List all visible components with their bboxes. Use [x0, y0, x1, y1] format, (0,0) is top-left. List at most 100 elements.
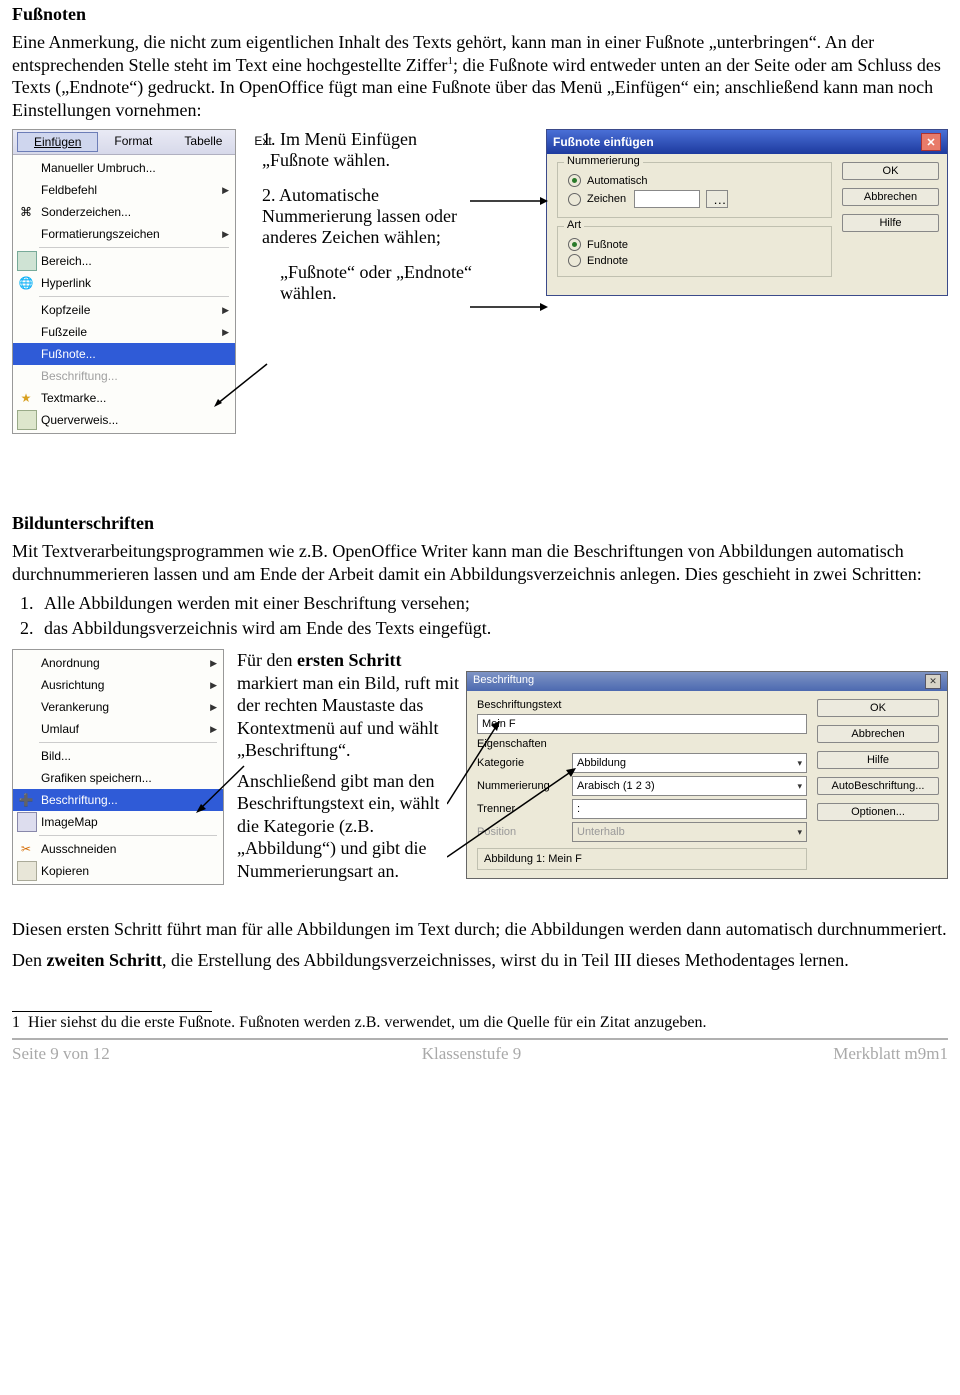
zeichen-input[interactable] [634, 190, 700, 208]
command-icon: ⌘ [17, 203, 35, 221]
menu-item-textmarke[interactable]: ★Textmarke... [13, 387, 235, 409]
ok-button[interactable]: OK [842, 162, 939, 180]
footnote-separator [12, 1011, 212, 1012]
label-eigenschaften: Eigenschaften [477, 738, 807, 750]
radio-icon [568, 254, 581, 267]
close-icon[interactable]: ✕ [925, 674, 941, 689]
footer-rule [12, 1038, 948, 1040]
close-icon[interactable]: ✕ [921, 133, 941, 151]
menubar-einfuegen[interactable]: Einfügen [17, 132, 98, 152]
menubar-format[interactable]: Format [98, 132, 168, 152]
ctx-verankerung[interactable]: Verankerung▶ [13, 696, 223, 718]
ctx-anordnung[interactable]: Anordnung▶ [13, 652, 223, 674]
image-context-menu: Anordnung▶ Ausrichtung▶ Verankerung▶ Uml… [12, 649, 224, 885]
dialog-titlebar: Fußnote einfügen ✕ [547, 130, 947, 154]
group-art: Art Fußnote Endnote [557, 226, 832, 277]
nummerierung-dropdown[interactable]: Arabisch (1 2 3) [572, 776, 807, 796]
ctx-umlauf[interactable]: Umlauf▶ [13, 718, 223, 740]
menu-item-querverweis[interactable]: Querverweis... [13, 409, 235, 431]
help-button[interactable]: Hilfe [842, 214, 939, 232]
menu-item-formatzeichen[interactable]: Formatierungszeichen▶ [13, 223, 235, 245]
menu-item-bereich[interactable]: Bereich... [13, 250, 235, 272]
bookmark-icon: ★ [17, 389, 35, 407]
submenu-arrow-icon: ▶ [222, 229, 229, 240]
submenu-arrow-icon: ▶ [210, 724, 217, 735]
caption-text-input[interactable]: Mein F [477, 714, 807, 734]
ok-button[interactable]: OK [817, 699, 939, 717]
page-footer: Seite 9 von 12 Klassenstufe 9 Merkblatt … [12, 1044, 948, 1070]
menu-separator [39, 247, 229, 248]
menu-item-beschriftung: Beschriftung... [13, 365, 235, 387]
caption-preview: Abbildung 1: Mein F [477, 848, 807, 870]
ctx-grafik-speichern[interactable]: Grafiken speichern... [13, 767, 223, 789]
menu-item-kopfzeile[interactable]: Kopfzeile▶ [13, 299, 235, 321]
cancel-button[interactable]: Abbrechen [842, 188, 939, 206]
scissors-icon: ✂ [17, 840, 35, 858]
section-icon [17, 251, 37, 271]
radio-icon [568, 174, 581, 187]
after-paragraph-1: Diesen ersten Schritt führt man für alle… [12, 918, 948, 941]
caption-dialog: Beschriftung✕ Beschriftungstext Mein F E… [466, 671, 948, 879]
heading-bildunterschriften: Bildunterschriften [12, 513, 948, 534]
label-nummerierung: Nummerierung [477, 780, 572, 792]
instruction-2: 2. Automatische Nummerierung lassen oder… [262, 185, 472, 248]
optionen-button[interactable]: Optionen... [817, 803, 939, 821]
autobeschriftung-button[interactable]: AutoBeschriftung... [817, 777, 939, 795]
ctx-ausrichtung[interactable]: Ausrichtung▶ [13, 674, 223, 696]
list-item: das Abbildungsverzeichnis wird am Ende d… [38, 618, 948, 639]
footer-right: Merkblatt m9m1 [833, 1044, 948, 1064]
menu-separator [39, 742, 217, 743]
radio-automatisch[interactable]: Automatisch [568, 174, 821, 187]
group-label: Nummerierung [564, 155, 643, 167]
crossref-icon [17, 410, 37, 430]
pointer-arrow [470, 297, 550, 317]
help-button[interactable]: Hilfe [817, 751, 939, 769]
radio-fussnote[interactable]: Fußnote [568, 238, 821, 251]
submenu-arrow-icon: ▶ [210, 702, 217, 713]
ctx-imagemap[interactable]: ImageMap [13, 811, 223, 833]
dialog-titlebar: Beschriftung✕ [467, 672, 947, 691]
menu-item-hyperlink[interactable]: 🌐Hyperlink [13, 272, 235, 294]
ctx-beschriftung[interactable]: ➕Beschriftung... [13, 789, 223, 811]
submenu-arrow-icon: ▶ [210, 680, 217, 691]
label-trenner: Trenner [477, 803, 572, 815]
step1-text: Für den ersten Schritt markiert man ein … [237, 649, 462, 762]
label-beschriftungstext: Beschriftungstext [477, 699, 807, 711]
globe-icon: 🌐 [17, 274, 35, 292]
menu-item-umbruch[interactable]: Manueller Umbruch... [13, 157, 235, 179]
menu-item-sonderzeichen[interactable]: ⌘Sonderzeichen... [13, 201, 235, 223]
imagemap-icon [17, 812, 37, 832]
menu-item-feldbefehl[interactable]: Feldbefehl▶ [13, 179, 235, 201]
radio-endnote[interactable]: Endnote [568, 254, 821, 267]
ctx-kopieren[interactable]: Kopieren [13, 860, 223, 882]
label-position: Position [477, 826, 572, 838]
radio-icon [568, 193, 581, 206]
position-dropdown: Unterhalb [572, 822, 807, 842]
trenner-input[interactable]: : [572, 799, 807, 819]
step1b-text: Anschließend gibt man den Beschriftungst… [237, 770, 462, 883]
radio-zeichen[interactable]: Zeichen… [568, 190, 821, 208]
ctx-bild[interactable]: Bild... [13, 745, 223, 767]
cancel-button[interactable]: Abbrechen [817, 725, 939, 743]
submenu-arrow-icon: ▶ [222, 185, 229, 196]
group-label: Art [564, 219, 584, 231]
ctx-ausschneiden[interactable]: ✂Ausschneiden [13, 838, 223, 860]
insert-menu-panel: Einfügen Format Tabelle Ext Manueller Um… [12, 129, 236, 434]
submenu-arrow-icon: ▶ [222, 305, 229, 316]
list-item: Alle Abbildungen werden mit einer Beschr… [38, 593, 948, 614]
bold-ersten-schritt: ersten Schritt [297, 650, 401, 670]
caption-icon: ➕ [17, 791, 35, 809]
pointer-arrow [470, 191, 550, 211]
menu-item-fusszeile[interactable]: Fußzeile▶ [13, 321, 235, 343]
kategorie-dropdown[interactable]: Abbildung [572, 753, 807, 773]
menubar-tabelle[interactable]: Tabelle [168, 132, 238, 152]
footer-left: Seite 9 von 12 [12, 1044, 110, 1064]
dialog-title-text: Fußnote einfügen [553, 135, 654, 149]
menu-item-fussnote[interactable]: Fußnote... [13, 343, 235, 365]
instruction-2b: „Fußnote“ oder „Endnote“ wählen. [280, 262, 472, 304]
group-nummerierung: Nummerierung Automatisch Zeichen… [557, 162, 832, 218]
menu-separator [39, 296, 229, 297]
intro-paragraph: Eine Anmerkung, die nicht zum eigentlich… [12, 31, 948, 121]
browse-button[interactable]: … [706, 190, 728, 208]
bild-paragraph: Mit Textverarbeitungsprogrammen wie z.B.… [12, 540, 948, 585]
